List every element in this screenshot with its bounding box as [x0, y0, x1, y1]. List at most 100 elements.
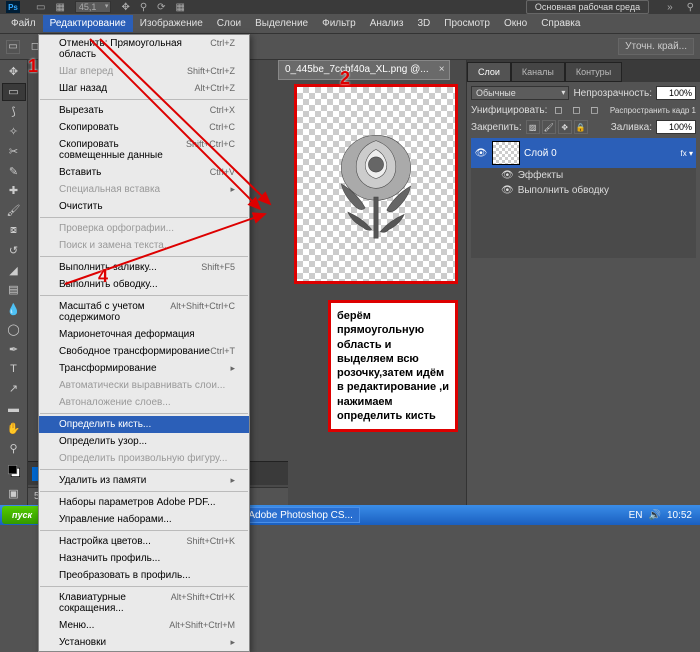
- menu-item[interactable]: Отменить: Прямоугольная областьCtrl+Z: [39, 35, 249, 63]
- fill-input[interactable]: 100%: [656, 120, 696, 134]
- menu-окно[interactable]: Окно: [497, 15, 534, 32]
- zoom-field[interactable]: 45,1: [75, 1, 112, 13]
- dodge-tool[interactable]: ◯: [2, 321, 26, 339]
- gradient-tool[interactable]: ▤: [2, 281, 26, 299]
- visibility-icon[interactable]: 👁: [474, 146, 488, 160]
- history-brush-tool[interactable]: ↺: [2, 241, 26, 259]
- menu-item[interactable]: Установки▸: [39, 634, 249, 651]
- tab-paths[interactable]: Контуры: [565, 62, 622, 82]
- effects-row[interactable]: 👁 Эффекты: [471, 168, 696, 183]
- close-icon[interactable]: ×: [439, 64, 445, 75]
- blend-mode-combo[interactable]: Обычные: [471, 86, 569, 100]
- rotate-icon[interactable]: ⟳: [157, 2, 165, 13]
- canvas[interactable]: [294, 84, 458, 284]
- color-swatch[interactable]: [2, 459, 26, 482]
- toolbar-icon[interactable]: ▭: [36, 2, 45, 13]
- lock-all-icon[interactable]: 🔒: [574, 120, 588, 134]
- tab-layers[interactable]: Слои: [467, 62, 511, 82]
- zoom-tool[interactable]: ⚲: [2, 439, 26, 457]
- grid-icon[interactable]: ▦: [176, 2, 185, 13]
- quickmask-tool[interactable]: ▣: [2, 484, 26, 502]
- menu-item[interactable]: Настройка цветов...Shift+Ctrl+K: [39, 533, 249, 550]
- menu-слои[interactable]: Слои: [210, 15, 248, 32]
- menu-редактирование[interactable]: Редактирование: [43, 15, 133, 32]
- eyedropper-tool[interactable]: ✎: [2, 162, 26, 180]
- menu-item[interactable]: Выполнить обводку...: [39, 276, 249, 293]
- document-tab[interactable]: 0_445be_7ccbf40a_XL.png @... ×: [278, 60, 450, 80]
- propagate-label[interactable]: Распространить кадр 1: [610, 106, 696, 115]
- hand-tool[interactable]: ✋: [2, 420, 26, 438]
- eye-icon[interactable]: 👁: [501, 185, 514, 196]
- menu-item[interactable]: Скопировать совмещенные данныеShift+Ctrl…: [39, 136, 249, 164]
- menu-item[interactable]: Шаг назадAlt+Ctrl+Z: [39, 80, 249, 97]
- menu-item[interactable]: Выполнить заливку...Shift+F5: [39, 259, 249, 276]
- stroke-effect-row[interactable]: 👁 Выполнить обводку: [471, 183, 696, 198]
- opacity-input[interactable]: 100%: [656, 86, 696, 100]
- layer-row[interactable]: 👁 Слой 0 fx ▾: [471, 138, 696, 168]
- tray-icon[interactable]: 🔊: [649, 510, 661, 521]
- menu-item[interactable]: ВставитьCtrl+V: [39, 164, 249, 181]
- lang-indicator[interactable]: EN: [629, 510, 643, 521]
- menu-item[interactable]: Наборы параметров Adobe PDF...: [39, 494, 249, 511]
- crop-tool[interactable]: ✂: [2, 142, 26, 160]
- marquee-preset-icon[interactable]: ▭: [6, 40, 20, 54]
- search-icon[interactable]: »: [667, 2, 673, 13]
- menu-выделение[interactable]: Выделение: [248, 15, 315, 32]
- menu-анализ[interactable]: Анализ: [363, 15, 411, 32]
- menu-item[interactable]: Управление наборами...: [39, 511, 249, 528]
- menu-item[interactable]: ВырезатьCtrl+X: [39, 102, 249, 119]
- lock-pixels-icon[interactable]: 🖌: [542, 120, 556, 134]
- menu-item[interactable]: Удалить из памяти▸: [39, 472, 249, 489]
- unify-icon[interactable]: ◻: [551, 103, 565, 117]
- menu-item[interactable]: Назначить профиль...: [39, 550, 249, 567]
- menu-item[interactable]: Марионеточная деформация: [39, 326, 249, 343]
- eye-icon[interactable]: 👁: [501, 170, 514, 181]
- unify-icon[interactable]: ◻: [569, 103, 583, 117]
- menu-item[interactable]: Клавиатурные сокращения...Alt+Shift+Ctrl…: [39, 589, 249, 617]
- menu-item[interactable]: СкопироватьCtrl+C: [39, 119, 249, 136]
- menu-изображение[interactable]: Изображение: [133, 15, 210, 32]
- fx-badge[interactable]: fx ▾: [681, 149, 693, 158]
- unify-icon[interactable]: ◻: [587, 103, 601, 117]
- type-tool[interactable]: T: [2, 360, 26, 378]
- move-tool[interactable]: ✥: [2, 63, 26, 81]
- menu-item[interactable]: Определить кисть...: [39, 416, 249, 433]
- path-tool[interactable]: ↗: [2, 380, 26, 398]
- lock-trans-icon[interactable]: ▨: [526, 120, 540, 134]
- system-tray: EN 🔊 10:52: [623, 510, 698, 521]
- shape-tool[interactable]: ▬: [2, 400, 26, 418]
- refine-edge-button[interactable]: Уточн. край...: [618, 38, 694, 55]
- menu-item[interactable]: Меню...Alt+Shift+Ctrl+M: [39, 617, 249, 634]
- blur-tool[interactable]: 💧: [2, 301, 26, 319]
- menu-item[interactable]: Свободное трансформированиеCtrl+T: [39, 343, 249, 360]
- menu-3d[interactable]: 3D: [410, 15, 437, 32]
- layer-name[interactable]: Слой 0: [524, 148, 557, 159]
- menu-item[interactable]: Трансформирование▸: [39, 360, 249, 377]
- heal-tool[interactable]: ✚: [2, 182, 26, 200]
- menu-item[interactable]: Определить узор...: [39, 433, 249, 450]
- zoom-icon[interactable]: ⚲: [140, 2, 147, 13]
- menu-файл[interactable]: Файл: [4, 15, 43, 32]
- lasso-tool[interactable]: ⟆: [2, 103, 26, 121]
- tab-channels[interactable]: Каналы: [511, 62, 565, 82]
- toolbar-icon[interactable]: ▦: [55, 2, 64, 13]
- start-button[interactable]: пуск: [2, 506, 42, 524]
- stamp-tool[interactable]: ⧇: [2, 222, 26, 240]
- menu-справка[interactable]: Справка: [534, 15, 587, 32]
- search-icon[interactable]: ⚲: [687, 2, 694, 13]
- hand-icon[interactable]: ✥: [121, 2, 129, 13]
- pen-tool[interactable]: ✒: [2, 340, 26, 358]
- layer-thumb[interactable]: [492, 141, 520, 165]
- menu-фильтр[interactable]: Фильтр: [315, 15, 363, 32]
- wand-tool[interactable]: ✧: [2, 123, 26, 141]
- clock[interactable]: 10:52: [667, 510, 692, 521]
- marquee-tool[interactable]: ▭: [2, 83, 26, 101]
- lock-pos-icon[interactable]: ✥: [558, 120, 572, 134]
- menu-item[interactable]: Преобразовать в профиль...: [39, 567, 249, 584]
- workspace-badge[interactable]: Основная рабочая среда: [526, 0, 649, 14]
- menu-item[interactable]: Масштаб с учетом содержимогоAlt+Shift+Ct…: [39, 298, 249, 326]
- eraser-tool[interactable]: ◢: [2, 261, 26, 279]
- menu-item[interactable]: Очистить: [39, 198, 249, 215]
- brush-tool[interactable]: 🖌: [2, 202, 26, 220]
- menu-просмотр[interactable]: Просмотр: [437, 15, 497, 32]
